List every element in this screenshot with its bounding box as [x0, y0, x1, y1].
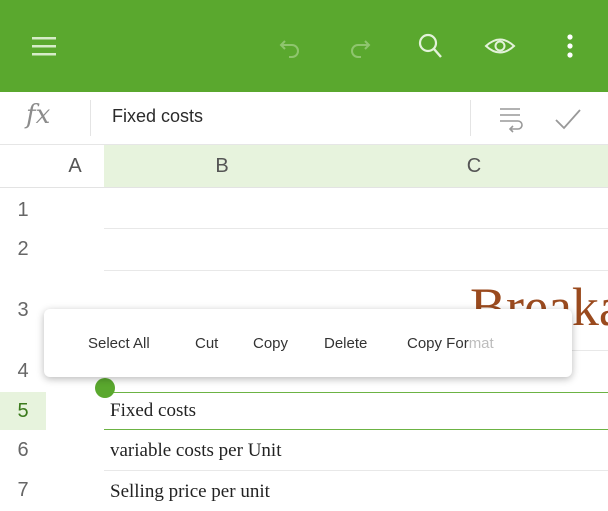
context-menu: Select All Cut Copy Delete Copy Format — [44, 309, 572, 377]
row-header-1[interactable]: 1 — [0, 192, 46, 228]
divider — [90, 100, 91, 136]
view-button[interactable] — [478, 24, 522, 68]
formula-input[interactable]: Fixed costs — [112, 106, 203, 127]
undo-button[interactable] — [268, 24, 312, 68]
grid-line — [104, 228, 608, 229]
delete-menu-item[interactable]: Delete — [324, 335, 367, 352]
redo-icon — [351, 40, 371, 58]
grid-line — [104, 270, 608, 271]
redo-button[interactable] — [338, 24, 382, 68]
cut-menu-item[interactable]: Cut — [195, 335, 218, 352]
row-header-4[interactable]: 4 — [0, 350, 46, 392]
copy-format-label-faded: mat — [468, 335, 494, 352]
select-all-menu-item[interactable]: Select All — [88, 335, 150, 352]
row-header-6[interactable]: 6 — [0, 430, 46, 470]
more-button[interactable] — [548, 24, 592, 68]
more-vertical-icon — [567, 34, 573, 58]
copy-format-label: Copy For — [407, 335, 469, 352]
top-toolbar — [0, 0, 608, 92]
search-button[interactable] — [408, 24, 452, 68]
row-header-5[interactable]: 5 — [0, 392, 46, 430]
row-header-7[interactable]: 7 — [0, 470, 46, 511]
column-header-a[interactable]: A — [46, 145, 104, 187]
undo-icon — [279, 40, 299, 58]
menu-icon — [32, 37, 56, 56]
cell-b5[interactable]: Fixed costs — [110, 400, 196, 422]
wrap-text-icon — [500, 108, 523, 133]
search-icon — [418, 33, 442, 58]
copy-format-menu-item[interactable]: Copy Format — [407, 335, 494, 352]
selection-handle[interactable] — [95, 378, 115, 398]
cell-b7[interactable]: Selling price per unit — [110, 481, 270, 503]
check-icon — [555, 109, 581, 130]
column-header-c[interactable]: C — [340, 145, 608, 187]
cell-b6[interactable]: variable costs per Unit — [110, 440, 281, 462]
row-header-3[interactable]: 3 — [0, 270, 46, 350]
confirm-button[interactable] — [553, 104, 583, 134]
menu-button[interactable] — [22, 24, 66, 68]
eye-icon — [484, 38, 516, 54]
copy-menu-item[interactable]: Copy — [253, 335, 288, 352]
grid-line — [104, 470, 608, 471]
formula-bar: fx Fixed costs — [0, 92, 608, 145]
fx-label: fx — [26, 100, 51, 130]
divider — [470, 100, 471, 136]
wrap-text-button[interactable] — [496, 104, 526, 134]
column-header-b[interactable]: B — [104, 145, 340, 187]
select-all-corner[interactable] — [0, 145, 46, 187]
row-header-2[interactable]: 2 — [0, 228, 46, 270]
